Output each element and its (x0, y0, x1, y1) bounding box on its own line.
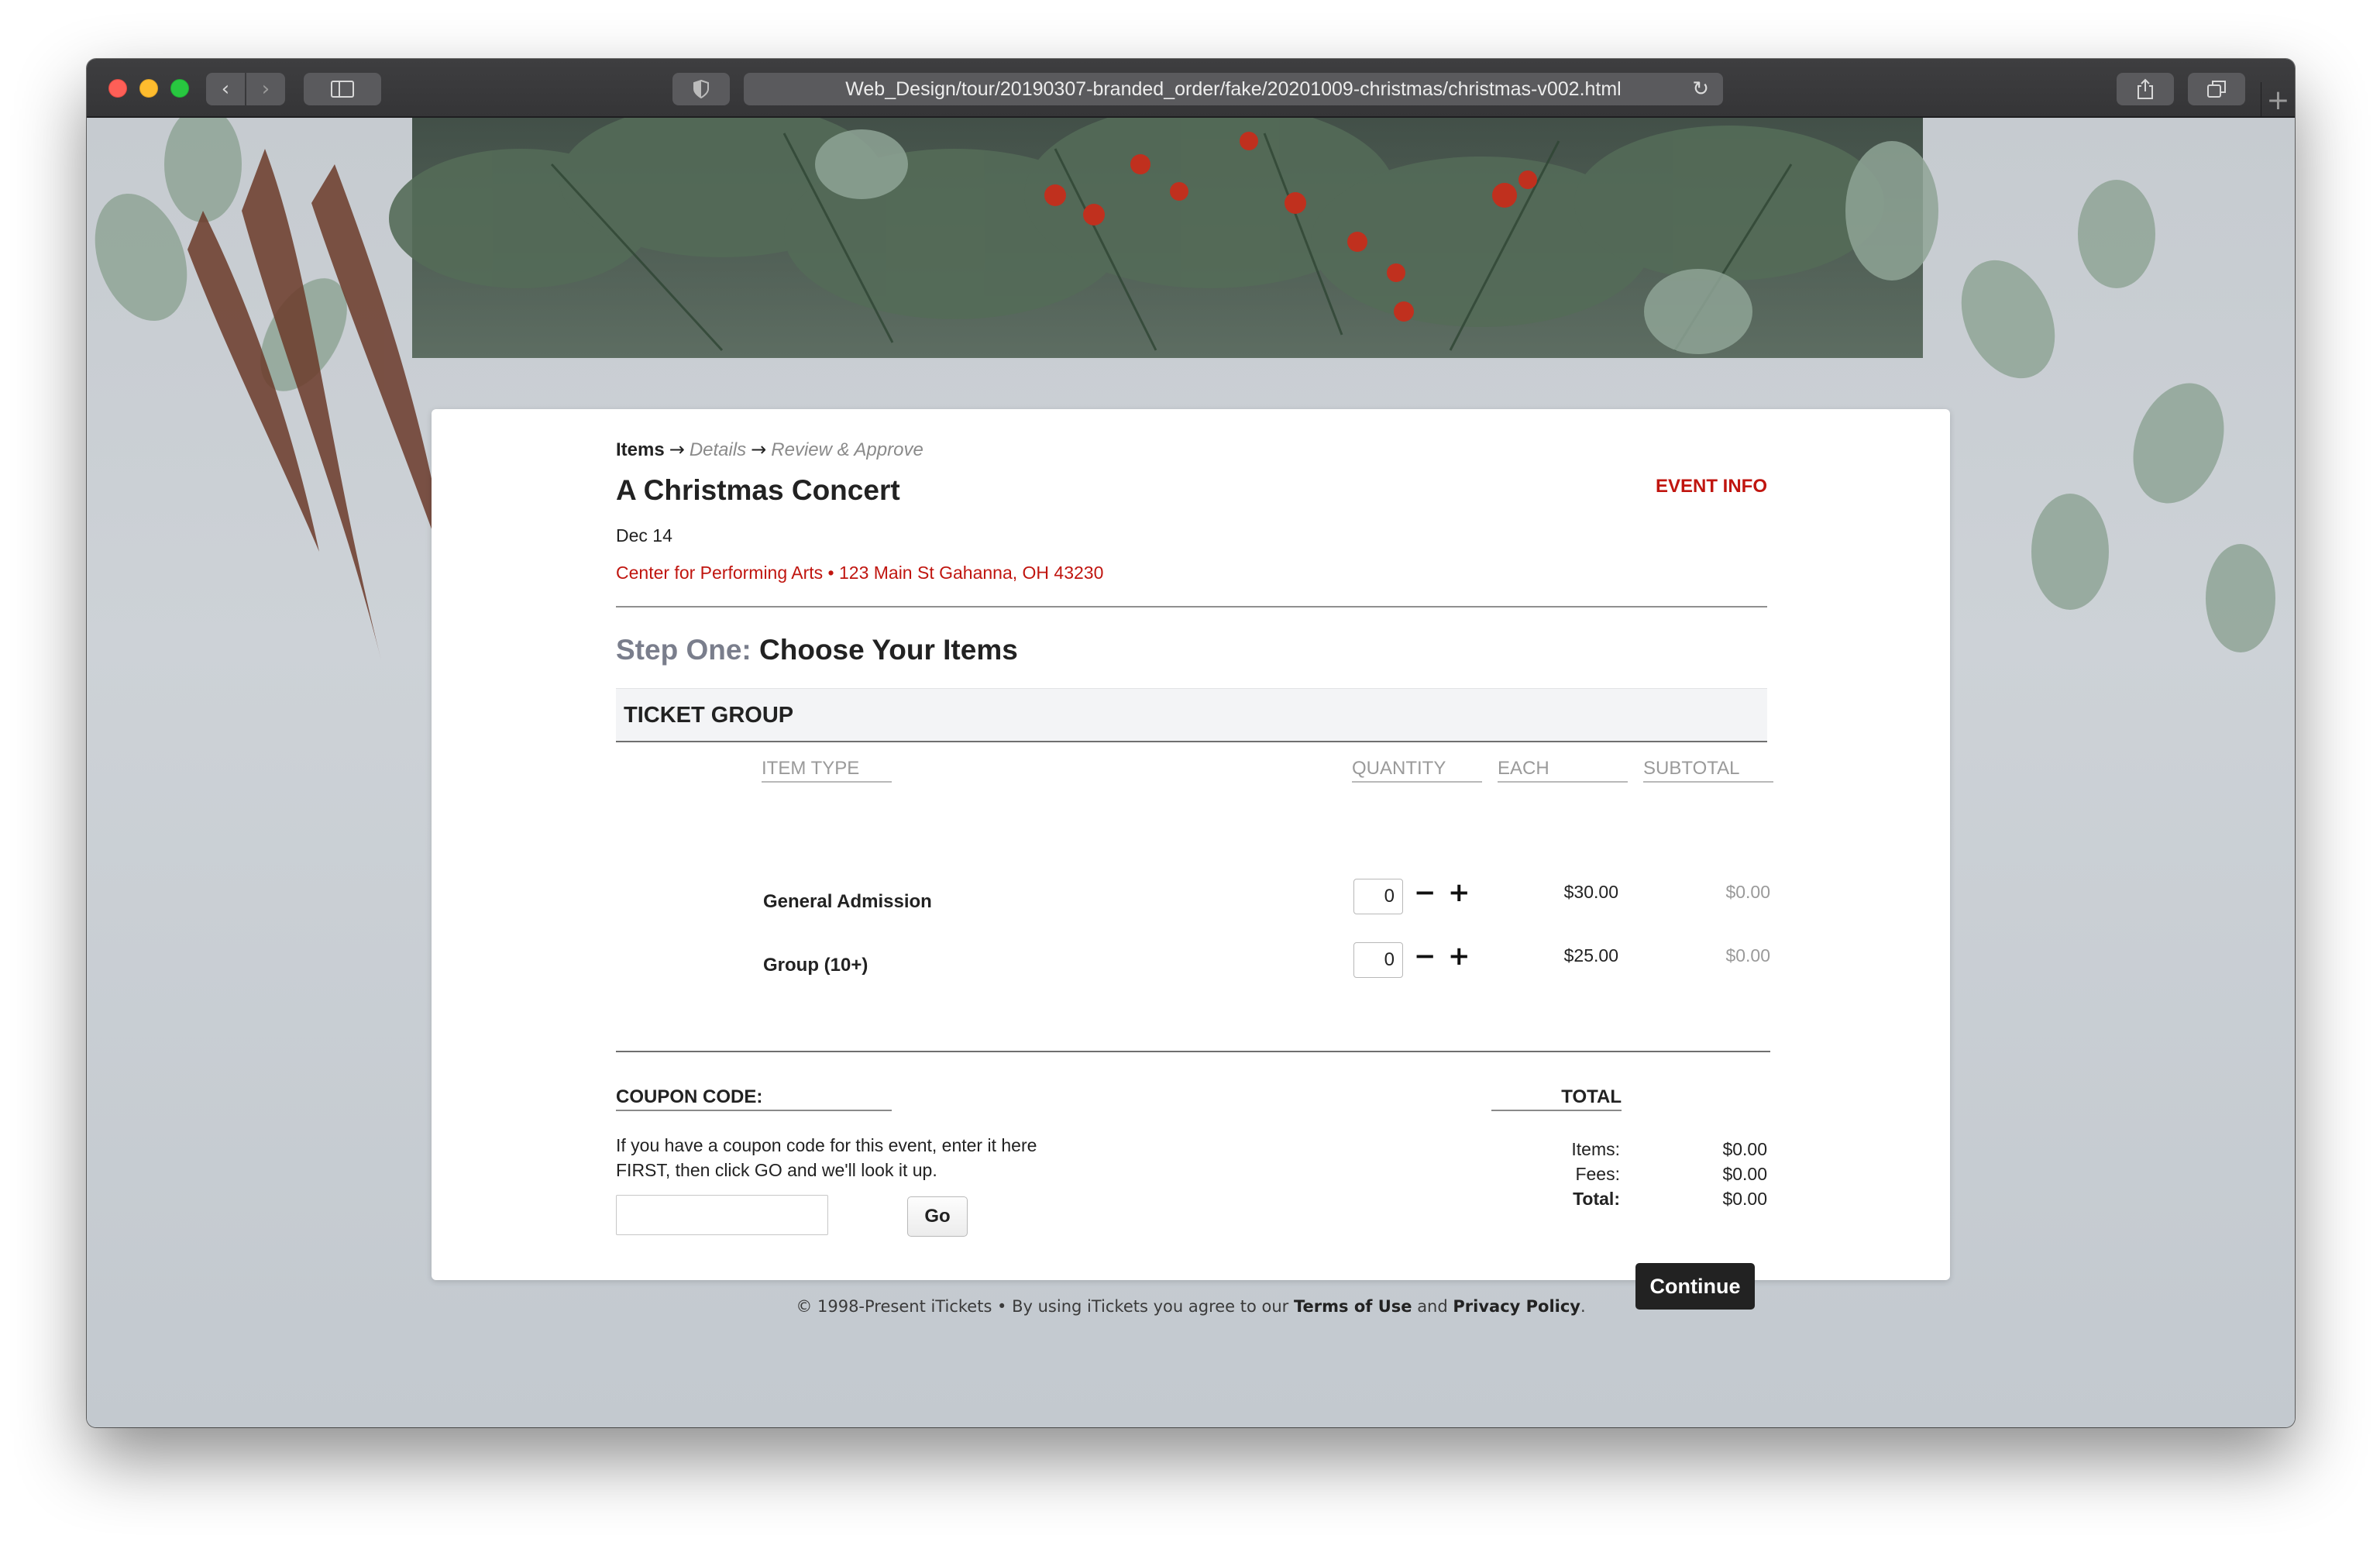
event-venue-link[interactable]: Center for Performing Arts • 123 Main St… (616, 563, 1103, 583)
breadcrumb-review: Review & Approve (771, 439, 923, 460)
coupon-go-button[interactable]: Go (907, 1196, 968, 1237)
items-label: Items: (1571, 1139, 1620, 1159)
page-viewport: Items → Details → Review & Approve A Christm… (87, 118, 2295, 1427)
ticket-price: $25.00 (1563, 945, 1618, 965)
zoom-window-button[interactable] (170, 79, 189, 98)
divider (616, 1051, 1770, 1052)
coupon-heading: COUPON CODE: (616, 1086, 892, 1111)
ticket-subtotal: $0.00 (1725, 945, 1770, 965)
breadcrumb-items: Items (616, 439, 665, 460)
breadcrumb-arrow-icon: → (669, 439, 685, 460)
coupon-code-input[interactable] (616, 1195, 828, 1235)
share-icon[interactable] (2117, 73, 2174, 105)
fees-value: $0.00 (1722, 1164, 1767, 1184)
column-header-subtotal: SUBTOTAL (1643, 758, 1773, 783)
close-window-button[interactable] (108, 79, 127, 98)
column-header-each: EACH (1498, 758, 1628, 783)
back-arrow-icon[interactable]: ‹ (206, 73, 245, 105)
increment-icon[interactable]: + (1448, 941, 1470, 972)
minimize-window-button[interactable] (139, 79, 158, 98)
new-tab-icon[interactable]: + (2261, 82, 2295, 118)
ticket-subtotal: $0.00 (1725, 882, 1770, 902)
url-text: Web_Design/tour/20190307-branded_order/f… (845, 77, 1622, 100)
browser-window: ‹ › Web_Design/tour/20190307-branded_ord… (87, 59, 2295, 1427)
page-footer: © 1998-Present iTickets • By using iTick… (87, 1297, 2295, 1316)
event-info-link[interactable]: EVENT INFO (1656, 476, 1767, 497)
forward-arrow-icon[interactable]: › (246, 73, 285, 105)
ticket-price: $30.00 (1563, 882, 1618, 902)
browser-toolbar: ‹ › Web_Design/tour/20190307-branded_ord… (87, 59, 2295, 118)
ticket-name: Group (10+) (763, 955, 868, 976)
footer-copyright: © 1998-Present iTickets • By using iTick… (796, 1297, 1289, 1316)
items-value: $0.00 (1722, 1139, 1767, 1159)
increment-icon[interactable]: + (1448, 877, 1470, 908)
privacy-policy-link[interactable]: Privacy Policy (1453, 1297, 1580, 1316)
fees-label: Fees: (1575, 1164, 1620, 1184)
address-bar[interactable]: Web_Design/tour/20190307-branded_order/f… (744, 73, 1723, 105)
ticket-row: General Admission 0 − + $30.00 $0.00 (616, 876, 1770, 914)
ticket-name: General Admission (763, 891, 932, 912)
footer-and: and (1417, 1297, 1448, 1316)
total-heading: TOTAL (1491, 1086, 1622, 1111)
tabs-icon[interactable] (2188, 73, 2245, 105)
event-title: A Christmas Concert (616, 474, 900, 506)
breadcrumb-details: Details (689, 439, 747, 460)
total-label: Total: (1573, 1189, 1620, 1209)
decrement-icon[interactable]: − (1414, 877, 1436, 908)
step-title: Choose Your Items (759, 634, 1018, 666)
footer-period: . (1580, 1297, 1586, 1316)
event-date: Dec 14 (616, 525, 672, 546)
order-card: Items → Details → Review & Approve A Christm… (432, 409, 1950, 1310)
ticket-group-heading: TICKET GROUP (616, 688, 1767, 742)
coupon-instructions: If you have a coupon code for this event… (616, 1135, 1037, 1180)
reload-icon[interactable]: ↻ (1692, 77, 1709, 101)
breadcrumb: Items → Details → Review & Approve (616, 439, 923, 461)
decrement-icon[interactable]: − (1414, 941, 1436, 972)
step-label: Step One: (616, 634, 751, 666)
quantity-input[interactable]: 0 (1353, 942, 1403, 978)
total-value: $0.00 (1722, 1189, 1767, 1209)
breadcrumb-arrow-icon: → (751, 439, 767, 460)
quantity-input[interactable]: 0 (1353, 879, 1403, 914)
divider (616, 606, 1767, 608)
column-header-item-type: ITEM TYPE (762, 758, 892, 783)
shield-icon[interactable] (672, 73, 730, 105)
column-header-quantity: QUANTITY (1352, 758, 1482, 783)
terms-of-use-link[interactable]: Terms of Use (1294, 1297, 1412, 1316)
sidebar-icon[interactable] (304, 73, 381, 105)
step-heading: Step One: Choose Your Items (616, 634, 1018, 666)
ticket-row: Group (10+) 0 − + $25.00 $0.00 (616, 939, 1770, 978)
